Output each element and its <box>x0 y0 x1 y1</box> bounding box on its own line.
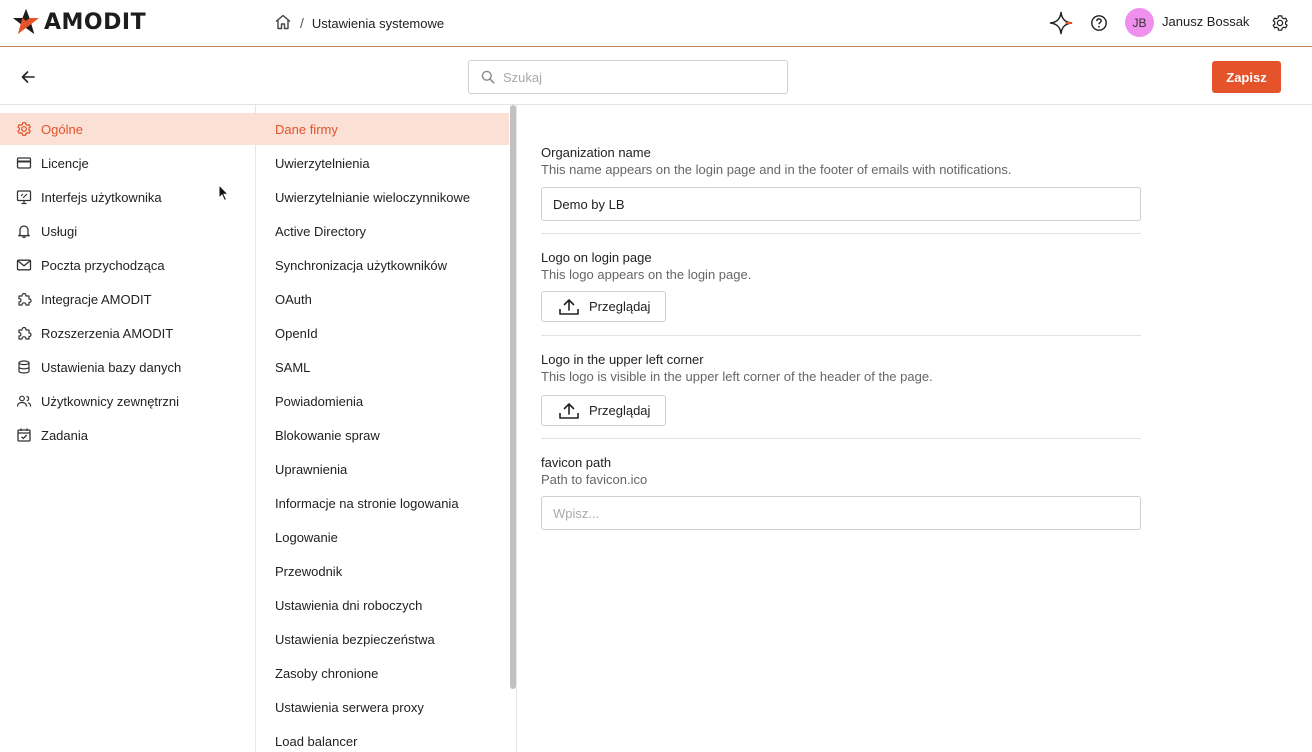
gear-icon <box>15 120 33 138</box>
gear-icon[interactable] <box>1268 11 1292 35</box>
nav-item-label: Zadania <box>41 427 88 443</box>
subnav-item[interactable]: Load balancer <box>256 725 509 752</box>
breadcrumb: / Ustawienia systemowe <box>274 12 444 34</box>
logo-corner-description: This logo is visible in the upper left c… <box>541 369 933 384</box>
help-icon[interactable] <box>1087 11 1111 35</box>
nav-item[interactable]: Integracje AMODIT <box>0 283 255 315</box>
search-input[interactable] <box>503 69 773 85</box>
subnav-item[interactable]: OpenId <box>256 317 509 349</box>
logo-corner-label: Logo in the upper left corner <box>541 352 704 367</box>
subnav-item[interactable]: Uwierzytelnianie wieloczynnikowe <box>256 181 509 213</box>
subnav-item[interactable]: Powiadomienia <box>256 385 509 417</box>
nav-item-label: Ogólne <box>41 121 83 137</box>
puzzle-icon <box>15 324 33 342</box>
nav-item-label: Poczta przychodząca <box>41 257 165 273</box>
amodit-logo[interactable]: AMODIT <box>11 7 146 37</box>
subnav-item[interactable]: Ustawienia dni roboczych <box>256 589 509 621</box>
mail-icon <box>15 256 33 274</box>
arrow-left-icon <box>21 71 35 83</box>
subnav-item[interactable]: Informacje na stronie logowania <box>256 487 509 519</box>
nav-item-label: Usługi <box>41 223 78 239</box>
subnav-item[interactable]: Active Directory <box>256 215 509 247</box>
search-icon <box>481 70 495 84</box>
nav-item-label: Licencje <box>41 155 89 171</box>
subnav-item[interactable]: Synchronizacja użytkowników <box>256 249 509 281</box>
divider <box>541 335 1141 336</box>
browse-label: Przeglądaj <box>589 403 651 418</box>
divider <box>541 233 1141 234</box>
users-icon <box>15 392 33 410</box>
favicon-label: favicon path <box>541 455 612 470</box>
org-name-description: This name appears on the login page and … <box>541 162 1012 177</box>
calendar-check-icon <box>15 426 33 444</box>
nav-item-label: Użytkownicy zewnętrzni <box>41 393 179 409</box>
subnav-item[interactable]: Uprawnienia <box>256 453 509 485</box>
org-name-input[interactable] <box>541 187 1141 221</box>
nav-item-label: Ustawienia bazy danych <box>41 359 182 375</box>
subnav-item[interactable]: Uwierzytelnienia <box>256 147 509 179</box>
nav-item-label: Integracje AMODIT <box>41 291 152 307</box>
subnav-scrollbar[interactable] <box>510 105 516 689</box>
nav-item[interactable]: Usługi <box>0 215 255 247</box>
nav-item[interactable]: Poczta przychodząca <box>0 249 255 281</box>
avatar[interactable]: JB <box>1125 8 1154 37</box>
subnav-item[interactable]: Dane firmy <box>256 113 509 145</box>
subnav-item[interactable]: Przewodnik <box>256 555 509 587</box>
nav-item[interactable]: Ogólne <box>0 113 255 145</box>
subnav-item[interactable]: Zasoby chronione <box>256 657 509 689</box>
logo-login-description: This logo appears on the login page. <box>541 267 752 282</box>
search-box[interactable] <box>468 60 788 94</box>
nav-item[interactable]: Licencje <box>0 147 255 179</box>
settings-subnav: Load balancer Ustawienia serwera proxy Zas… <box>256 105 517 752</box>
nav-item[interactable]: Rozszerzenia AMODIT <box>0 317 255 349</box>
favicon-description: Path to favicon.ico <box>541 472 648 487</box>
logo-login-browse-button[interactable]: Przeglądaj <box>541 291 666 322</box>
puzzle-icon <box>15 290 33 308</box>
nav-item[interactable]: Zadania <box>0 419 255 451</box>
subnav-item[interactable]: Blokowanie spraw <box>256 419 509 451</box>
divider <box>541 438 1141 439</box>
user-name[interactable]: Janusz Bossak <box>1162 14 1249 29</box>
ai-sparkle-icon[interactable] <box>1049 11 1073 35</box>
mouse-cursor-icon <box>218 184 230 202</box>
logo-login-label: Logo on login page <box>541 250 652 265</box>
org-name-label: Organization name <box>541 145 651 160</box>
logo-text: AMODIT <box>44 9 147 35</box>
top-bar: AMODIT / Ustawienia systemowe JB Janusz … <box>0 0 1312 47</box>
favicon-input[interactable] <box>541 496 1141 530</box>
database-icon <box>15 358 33 376</box>
subnav-item[interactable]: Ustawienia serwera proxy <box>256 691 509 723</box>
settings-nav: Ogólne Licencje Interfejs użytkownika Usług… <box>0 105 256 752</box>
nav-item[interactable]: Interfejs użytkownika <box>0 181 255 213</box>
breadcrumb-current: Ustawienia systemowe <box>311 15 445 31</box>
subnav-item[interactable]: SAML <box>256 351 509 383</box>
nav-item-label: Interfejs użytkownika <box>41 189 162 205</box>
save-button[interactable]: Zapisz <box>1212 61 1281 93</box>
breadcrumb-separator: / <box>300 15 304 31</box>
star-logo-icon <box>13 9 39 34</box>
subnav-item[interactable]: OAuth <box>256 283 509 315</box>
nav-item-label: Rozszerzenia AMODIT <box>41 325 174 341</box>
back-button[interactable] <box>17 66 39 88</box>
card-icon <box>15 154 33 172</box>
monitor-icon <box>15 188 33 206</box>
browse-label: Przeglądaj <box>589 299 651 314</box>
subnav-item[interactable]: Ustawienia bezpieczeństwa <box>256 623 509 655</box>
upload-icon <box>558 402 580 420</box>
subnav-item[interactable]: Logowanie <box>256 521 509 553</box>
toolbar: Zapisz <box>0 48 1312 105</box>
nav-item[interactable]: Użytkownicy zewnętrzni <box>0 385 255 417</box>
nav-item[interactable]: Ustawienia bazy danych <box>0 351 255 383</box>
bell-icon <box>15 222 33 240</box>
upload-icon <box>558 298 580 316</box>
home-icon[interactable] <box>274 13 292 34</box>
logo-corner-browse-button[interactable]: Przeglądaj <box>541 395 666 426</box>
